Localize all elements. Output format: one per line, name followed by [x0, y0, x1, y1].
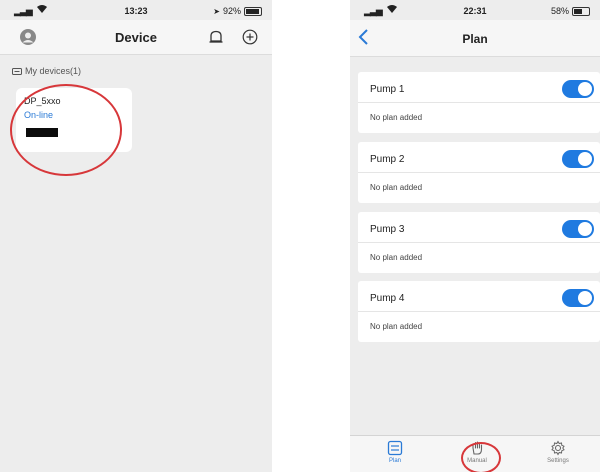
status-bar: ▂▃▅ 13:23 ➤ 92%: [0, 0, 272, 22]
battery-icon: [244, 6, 262, 16]
battery-status: 58%: [551, 6, 590, 16]
list-icon: [387, 440, 403, 456]
toggle-knob: [578, 222, 592, 236]
pump-card[interactable]: Pump 4 No plan added: [358, 281, 600, 342]
divider: [358, 172, 600, 173]
plus-circle-icon: [242, 29, 258, 45]
battery-icon: [572, 6, 590, 16]
pump-card[interactable]: Pump 1 No plan added: [358, 72, 600, 133]
toggle-knob: [578, 291, 592, 305]
toggle-knob: [578, 152, 592, 166]
my-devices-label: My devices(1): [12, 66, 81, 76]
my-devices-text: My devices(1): [25, 66, 82, 76]
pump-plan-text: No plan added: [370, 253, 423, 262]
tab-settings[interactable]: Settings: [528, 440, 588, 464]
bell-icon: [209, 30, 223, 43]
pump-name: Pump 2: [370, 154, 405, 165]
pump-plan-text: No plan added: [370, 183, 423, 192]
tab-settings-label: Settings: [547, 458, 569, 464]
notification-bell-button[interactable]: [206, 27, 226, 47]
device-screen: ▂▃▅ 13:23 ➤ 92% Device My devices(1) DP_…: [0, 0, 272, 472]
page-title: Plan: [462, 32, 488, 46]
tab-plan[interactable]: Plan: [365, 440, 425, 464]
pump-card[interactable]: Pump 3 No plan added: [358, 212, 600, 273]
plan-screen: ▂▃▅ 22:31 58% Plan Pump 1 No plan added Pu…: [350, 0, 600, 472]
pump-name: Pump 3: [370, 224, 405, 235]
pump-plan-text: No plan added: [370, 322, 423, 331]
pump-name: Pump 4: [370, 293, 405, 304]
pump-toggle[interactable]: [562, 150, 594, 168]
annotation-circle: [461, 442, 501, 472]
gear-icon: [551, 440, 565, 456]
battery-percent: 58%: [550, 6, 569, 16]
page-title: Device: [115, 30, 157, 45]
pump-name: Pump 1: [370, 84, 405, 95]
pump-card[interactable]: Pump 2 No plan added: [358, 142, 600, 203]
battery-status: ➤ 92%: [213, 6, 262, 16]
divider: [358, 242, 600, 243]
divider: [358, 311, 600, 312]
nav-header: Plan: [350, 20, 600, 57]
pump-toggle[interactable]: [562, 220, 594, 238]
pump-toggle[interactable]: [562, 289, 594, 307]
divider: [358, 102, 600, 103]
location-icon: ➤: [213, 6, 220, 16]
pump-plan-text: No plan added: [370, 113, 423, 122]
status-bar: ▂▃▅ 22:31 58%: [350, 0, 600, 22]
battery-level: [246, 8, 259, 14]
add-device-button[interactable]: [240, 27, 260, 47]
battery-level: [574, 8, 583, 14]
nav-header: Device: [0, 20, 272, 55]
annotation-circle: [10, 84, 122, 176]
device-icon: [12, 67, 22, 75]
battery-percent: 92%: [222, 6, 241, 16]
tab-plan-label: Plan: [388, 458, 401, 464]
toggle-knob: [578, 82, 592, 96]
pump-toggle[interactable]: [562, 80, 594, 98]
